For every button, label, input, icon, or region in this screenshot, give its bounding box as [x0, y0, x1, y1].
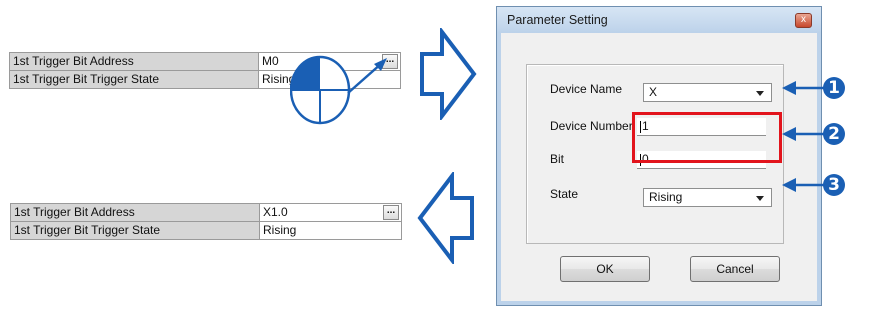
right-arrow-icon	[420, 28, 477, 120]
device-name-value: X	[649, 85, 658, 99]
left-arrow-icon	[417, 172, 474, 264]
dialog-title: Parameter Setting	[507, 13, 608, 27]
grid-row-trigger-state: 1st Trigger Bit Trigger State Rising	[10, 222, 402, 240]
dialog-client-area: Device Name X Device Number 1 Bit 0 Stat…	[502, 34, 815, 300]
close-icon[interactable]: x	[795, 13, 812, 28]
browse-button[interactable]: ...	[383, 205, 399, 220]
grid-value: M0	[262, 54, 279, 68]
ok-button[interactable]: OK	[560, 256, 650, 282]
grid-row-trigger-address: 1st Trigger Bit Address X1.0 ...	[10, 204, 402, 222]
grid-label: 1st Trigger Bit Address	[10, 204, 260, 221]
bottom-property-grid: 1st Trigger Bit Address X1.0 ... 1st Tri…	[10, 203, 402, 240]
state-label: State	[550, 187, 579, 201]
grid-label: 1st Trigger Bit Address	[9, 53, 259, 70]
mouse-icon	[290, 55, 387, 125]
dropdown-arrow-icon[interactable]	[756, 196, 764, 201]
device-number-label: Device Number	[550, 119, 633, 133]
callout-badge-2: 2	[823, 123, 845, 145]
grid-label: 1st Trigger Bit Trigger State	[10, 222, 260, 239]
trigger-address-field[interactable]: X1.0 ...	[260, 204, 402, 221]
dropdown-arrow-icon[interactable]	[756, 91, 764, 96]
device-name-dropdown[interactable]: X	[643, 83, 772, 102]
state-dropdown[interactable]: Rising	[643, 188, 772, 207]
highlight-box	[632, 112, 782, 163]
grid-label: 1st Trigger Bit Trigger State	[9, 71, 259, 88]
callout-badge-3: 3	[823, 174, 845, 196]
bit-label: Bit	[550, 152, 565, 166]
trigger-state-field[interactable]: Rising	[260, 222, 402, 239]
dialog-titlebar: Parameter Setting x	[497, 7, 821, 33]
grid-value: X1.0	[263, 205, 288, 219]
state-value: Rising	[649, 190, 683, 204]
device-name-label: Device Name	[550, 82, 623, 96]
cancel-button[interactable]: Cancel	[690, 256, 780, 282]
grid-value: Rising	[263, 223, 297, 237]
callout-badge-1: 1	[823, 77, 845, 99]
